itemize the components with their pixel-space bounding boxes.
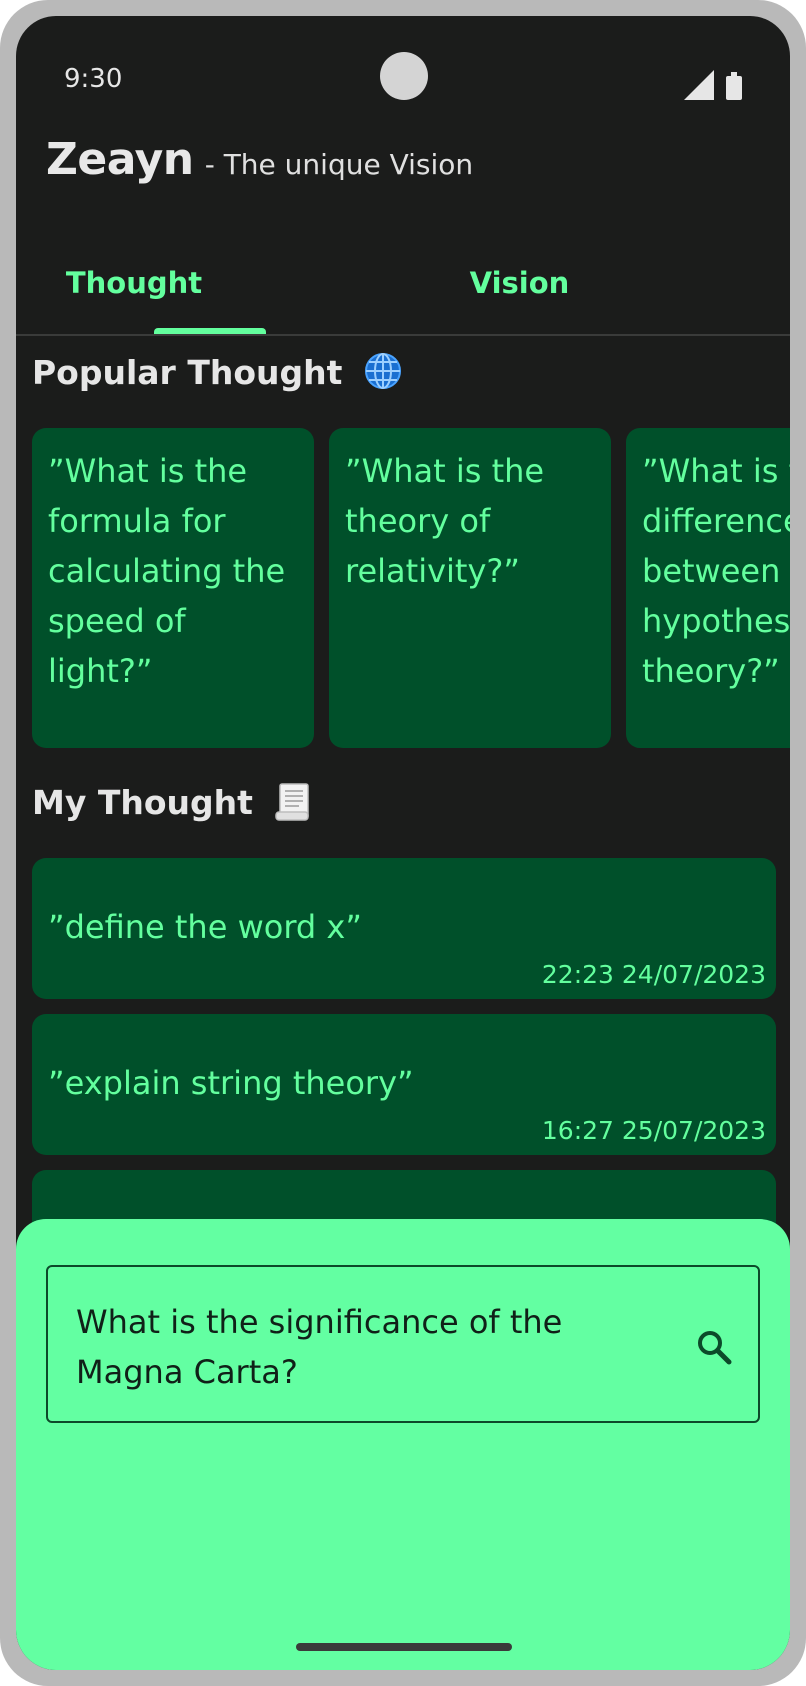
search-field[interactable]: What is the significance of the Magna Ca…	[46, 1265, 760, 1423]
popular-card[interactable]: ”What is the theory of relativity?”	[329, 428, 611, 748]
popular-card-text: ”What is the theory of relativity?”	[345, 452, 545, 590]
app-tagline: - The unique Vision	[204, 148, 474, 181]
globe-icon	[364, 353, 401, 389]
search-icon[interactable]	[694, 1327, 734, 1367]
signal-icon	[684, 70, 714, 100]
popular-thought-title: Popular Thought	[32, 353, 343, 392]
my-thought-title: My Thought	[32, 783, 253, 822]
tab-vision[interactable]: Vision	[326, 266, 713, 300]
my-thought-item[interactable]: ”define the word x” 22:23 24/07/2023	[32, 858, 776, 999]
my-thought-time: 16:27 25/07/2023	[541, 1116, 766, 1145]
popular-card-text: ”What is the formula for calculating the…	[48, 452, 286, 690]
my-thought-item[interactable]: ”explain string theory” 16:27 25/07/2023	[32, 1014, 776, 1155]
scroll-icon	[275, 783, 310, 821]
app-header: Zeayn - The unique Vision	[46, 134, 473, 204]
battery-icon	[726, 72, 742, 100]
my-thought-time: 22:23 24/07/2023	[541, 960, 766, 989]
device-frame: 9:30 Zeayn - The unique Vision Thought V…	[0, 0, 806, 1686]
search-input[interactable]: What is the significance of the Magna Ca…	[76, 1297, 636, 1397]
tab-indicator	[154, 328, 266, 334]
gesture-nav-handle[interactable]	[296, 1643, 512, 1651]
app-screen: 9:30 Zeayn - The unique Vision Thought V…	[16, 16, 790, 1670]
search-sheet: What is the significance of the Magna Ca…	[16, 1219, 790, 1670]
popular-thought-carousel[interactable]: ”What is the formula for calculating the…	[32, 428, 790, 748]
camera-cutout	[380, 52, 428, 100]
popular-card[interactable]: ”What is the formula for calculating the…	[32, 428, 314, 748]
popular-thought-heading: Popular Thought	[32, 352, 402, 392]
my-thought-heading: My Thought	[32, 782, 312, 822]
app-name: Zeayn	[46, 134, 194, 185]
tab-bar: Thought Vision	[16, 226, 790, 336]
my-thought-text: ”explain string theory”	[48, 1064, 414, 1102]
status-bar: 9:30	[16, 16, 790, 146]
status-time: 9:30	[64, 64, 123, 94]
my-thought-text: ”define the word x”	[48, 908, 362, 946]
popular-card-text: ”What is the difference between a hypoth…	[642, 452, 790, 690]
tab-thought[interactable]: Thought	[16, 266, 328, 300]
popular-card[interactable]: ”What is the difference between a hypoth…	[626, 428, 790, 748]
